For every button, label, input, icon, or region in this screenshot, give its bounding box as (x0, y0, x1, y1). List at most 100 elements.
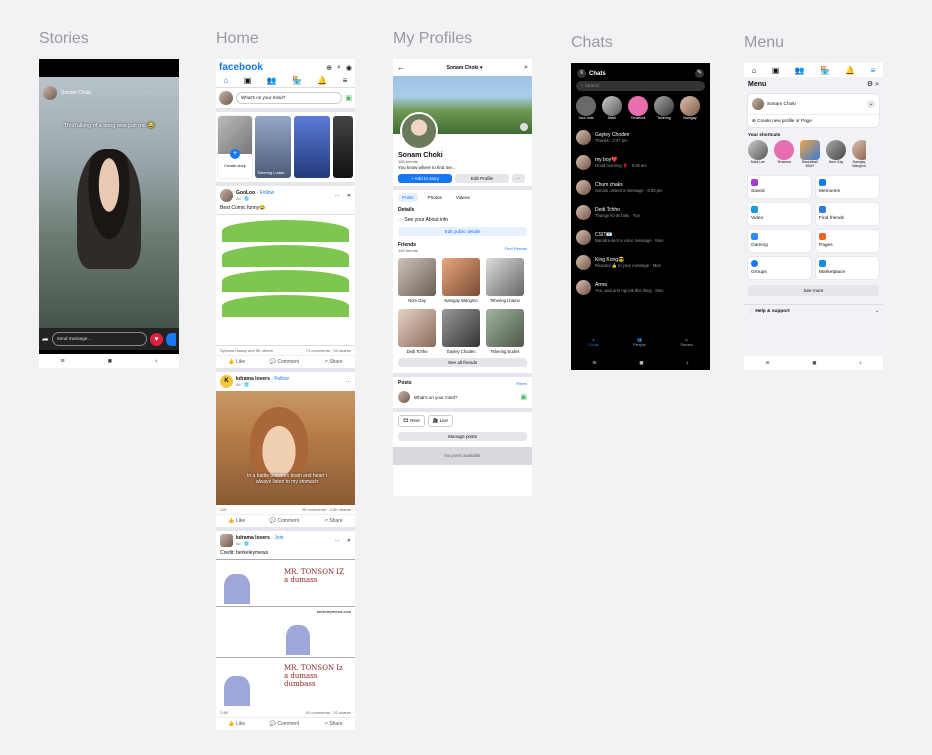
edit-icon[interactable]: ✎ (695, 69, 704, 78)
marketplace-tab-icon[interactable]: 🏪 (292, 76, 302, 85)
profile-title[interactable]: Sonam Choki ▾ (447, 65, 483, 71)
close-icon[interactable]: ✕ (347, 538, 351, 544)
live-button[interactable]: 🎥 Live (427, 415, 453, 427)
bell-icon[interactable]: 🔔 (317, 76, 327, 85)
comic-image[interactable] (216, 214, 355, 346)
chat-row[interactable]: Chum chaks Sonam unsent a message · 8:35 … (571, 175, 710, 200)
friends-tab-icon[interactable]: 👥 (795, 66, 805, 75)
photo-icon[interactable]: ▣ (520, 393, 527, 401)
avatar[interactable] (219, 91, 233, 105)
messenger-icon[interactable]: ◉ (346, 64, 352, 72)
tab-people[interactable]: 👥 People (633, 337, 645, 347)
more-icon[interactable]: ··· (335, 538, 340, 544)
avatar[interactable] (398, 391, 410, 403)
reel-button[interactable]: 🎞 Reel (398, 415, 425, 427)
chat-row[interactable]: Gayley Choden Thanks · 2:47 pm (571, 125, 710, 150)
story-card[interactable] (333, 116, 353, 178)
share-count[interactable]: 32 shares (333, 710, 351, 715)
share-icon[interactable]: ➦ (42, 335, 49, 344)
friends-count[interactable]: 165 friends (398, 159, 527, 164)
chat-row[interactable]: Dedi Tchho Thange ko its faltu · Tue (571, 200, 710, 225)
share-count[interactable]: 3.6K shares (330, 507, 351, 512)
profile-avatar[interactable] (400, 112, 438, 150)
edit-public-details-button[interactable]: Edit public details (398, 227, 527, 236)
marketplace-tab-icon[interactable]: 🏪 (820, 66, 830, 75)
recent-apps-icon[interactable]: ≡ (592, 360, 596, 367)
close-icon[interactable]: ✕ (347, 193, 351, 199)
friend-card[interactable]: Dedi Tchho (398, 309, 436, 354)
back-icon[interactable]: ‹ (686, 360, 688, 367)
chevron-down-icon[interactable]: ⌄ (867, 100, 875, 108)
add-story-button[interactable]: + Add to story (398, 174, 452, 183)
camera-icon[interactable] (520, 123, 528, 131)
story-avatar[interactable]: Your note (576, 96, 596, 120)
saved-card[interactable]: Saved (748, 176, 811, 198)
see-all-friends-button[interactable]: See all friends (398, 358, 527, 367)
back-icon[interactable]: ← (397, 63, 405, 72)
reaction-count[interactable]: 2.8K (220, 710, 228, 715)
heart-icon[interactable]: ♥ (150, 332, 163, 346)
like-button[interactable]: 👍 Like (228, 721, 245, 727)
tab-chats[interactable]: ● Chats (588, 337, 598, 347)
tab-posts[interactable]: Posts (398, 193, 418, 202)
menu-icon[interactable]: ≡ (343, 76, 348, 85)
tab-photos[interactable]: Photos (424, 193, 446, 202)
story-avatar[interactable]: Mark (602, 96, 622, 120)
shortcut-item[interactable]: Namgay Wangmo (852, 140, 866, 168)
see-more-button[interactable]: See more (748, 285, 879, 296)
like-icon[interactable] (166, 332, 176, 346)
home-tab-icon[interactable]: ⌂ (224, 76, 229, 85)
recent-apps-icon[interactable]: ≡ (765, 360, 769, 367)
shortcut-item[interactable]: Nom Gay (826, 140, 846, 168)
send-message-input[interactable]: Send message... (51, 332, 147, 346)
shortcut-item[interactable]: Mark Lee (748, 140, 768, 168)
share-button[interactable]: ↗ Share (324, 359, 343, 365)
story-avatar[interactable]: Namgay (680, 96, 700, 120)
help-support-row[interactable]: ❔ Help & support ⌄ (744, 304, 883, 318)
comic-strip[interactable]: MR. TONSON IZ a dumass berkeleymews.com … (216, 559, 355, 708)
like-button[interactable]: 👍 Like (228, 518, 245, 524)
comment-count[interactable]: 42 comments (306, 710, 330, 715)
avatar[interactable] (220, 534, 233, 547)
story-avatar[interactable]: Tshering (654, 96, 674, 120)
plus-icon[interactable]: ⊕ (326, 64, 332, 72)
marketplace-card[interactable]: Marketplace (816, 257, 879, 279)
chevron-down-icon[interactable]: ⌄ (875, 309, 879, 314)
avatar[interactable] (43, 86, 57, 100)
kdrama-image[interactable]: In a battle between brain and heart I al… (216, 391, 355, 505)
story-card[interactable]: Tshering Ludan (255, 116, 291, 178)
gaming-card[interactable]: Gaming (748, 230, 811, 252)
like-button[interactable]: 👍 Like (228, 359, 245, 365)
avatar[interactable]: K (220, 375, 233, 388)
cover-photo[interactable] (393, 76, 532, 150)
follow-link[interactable]: Follow (274, 376, 288, 382)
chat-row[interactable]: CSIT📧 Namdra sent a voice message · Mon (571, 225, 710, 250)
mind-input[interactable]: What's on your mind? (236, 92, 343, 104)
shortcut-item[interactable]: Tenzema (774, 140, 794, 168)
more-button[interactable]: ··· (512, 174, 525, 183)
recent-apps-icon[interactable]: ≡ (61, 358, 65, 365)
comment-button[interactable]: 💬 Comment (270, 359, 299, 365)
home-icon[interactable]: ■ (108, 358, 112, 365)
chat-row[interactable]: Arma You: wait arm ngi tok this thing · M… (571, 275, 710, 300)
share-count[interactable]: 33 shares (333, 348, 351, 353)
gear-icon[interactable]: ⚙ (867, 81, 873, 88)
more-icon[interactable]: ··· (335, 193, 340, 199)
tab-stories[interactable]: ▭ Stories (680, 337, 692, 347)
follow-link[interactable]: Follow (260, 190, 274, 196)
friend-card[interactable]: Namgay Wangmo (442, 258, 480, 303)
comment-count[interactable]: 73 comments (306, 348, 330, 353)
menu-icon[interactable]: ≡ (577, 69, 586, 78)
groups-card[interactable]: Groups (748, 257, 811, 279)
manage-posts-button[interactable]: Manage posts (398, 432, 527, 441)
back-icon[interactable]: ‹ (155, 358, 157, 365)
video-tab-icon[interactable]: ▣ (244, 76, 252, 85)
comment-button[interactable]: 💬 Comment (270, 518, 299, 524)
comment-count[interactable]: 96 comments (302, 507, 326, 512)
home-icon[interactable]: ■ (812, 360, 816, 367)
friend-card[interactable]: Nom Gay (398, 258, 436, 303)
pages-card[interactable]: Pages (816, 230, 879, 252)
reaction-count[interactable]: 11K (220, 507, 227, 512)
share-button[interactable]: ↗ Share (324, 518, 343, 524)
edit-profile-button[interactable]: Edit Profile (455, 174, 509, 183)
